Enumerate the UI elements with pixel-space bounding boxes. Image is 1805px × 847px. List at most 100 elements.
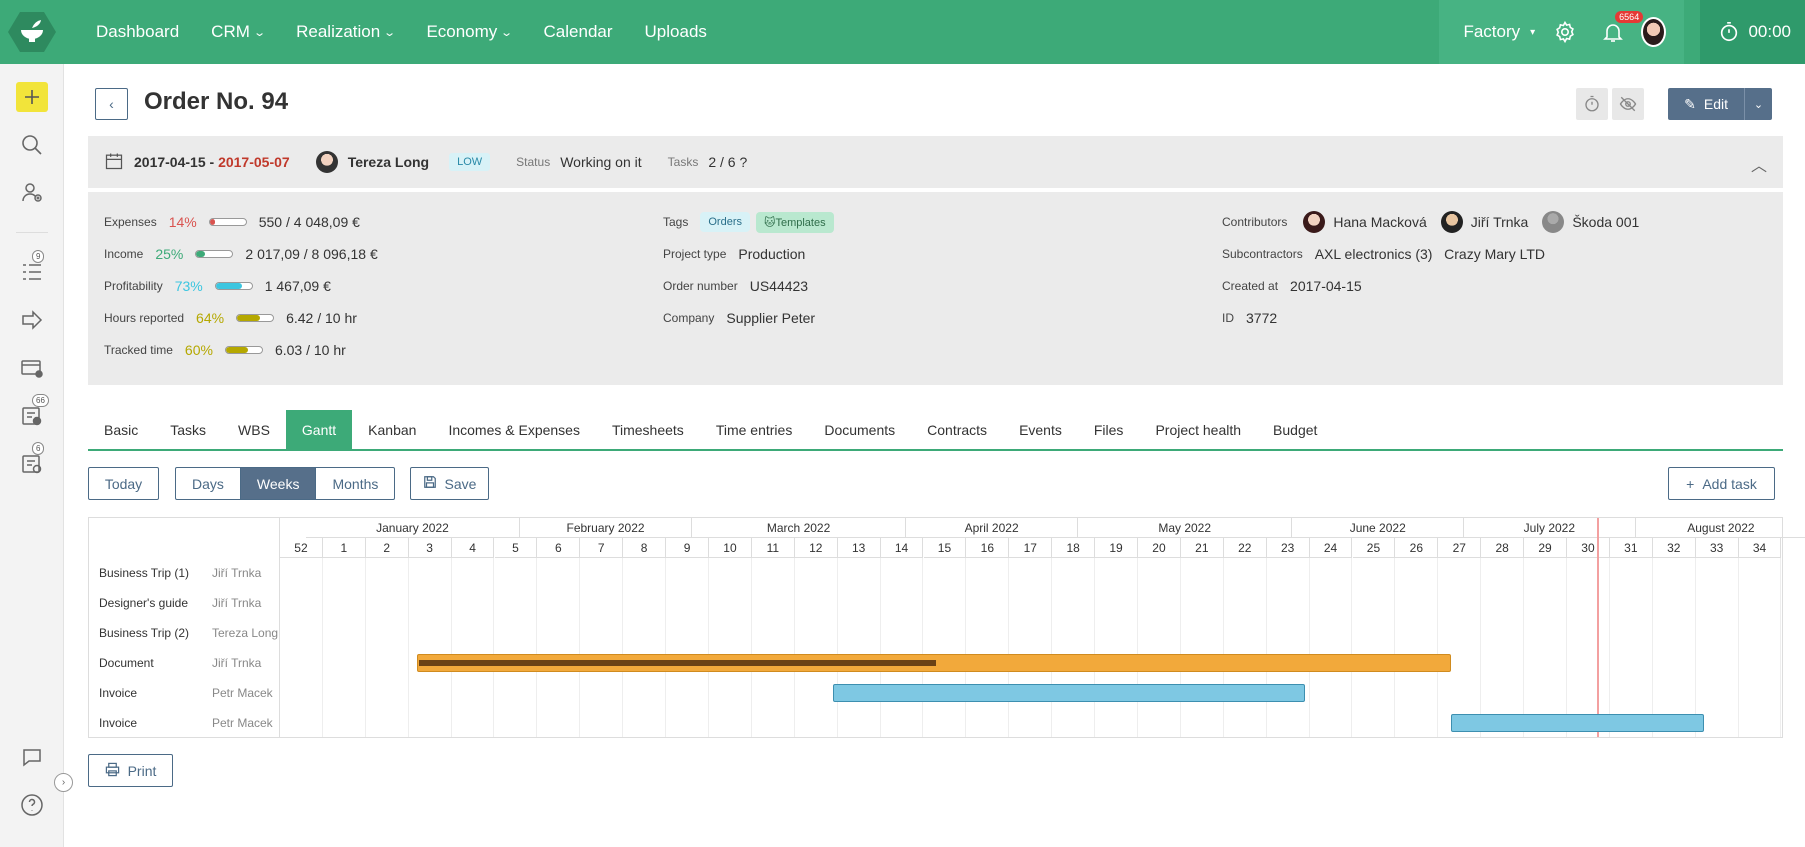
tab-project-health[interactable]: Project health — [1139, 410, 1257, 449]
tag-templates[interactable]: 🐱Templates — [755, 211, 834, 233]
tag-orders[interactable]: Orders — [700, 212, 750, 232]
print-button[interactable]: Print — [88, 754, 173, 787]
add-task-button[interactable]: + Add task — [1668, 467, 1775, 500]
time-tracker[interactable]: 00:00 — [1700, 0, 1805, 64]
subcontractors-row: Subcontractors AXL electronics (3) Crazy … — [1222, 238, 1639, 270]
save-button[interactable]: Save — [410, 467, 489, 500]
gantt-task-bar[interactable] — [417, 654, 1452, 672]
nav-realization[interactable]: Realization ⌄ — [296, 22, 396, 42]
tab-basic[interactable]: Basic — [88, 410, 154, 449]
created-label: Created at — [1222, 279, 1279, 293]
tab-documents[interactable]: Documents — [808, 410, 911, 449]
gantt-week-column — [1481, 558, 1525, 737]
nav-dashboard[interactable]: Dashboard — [96, 22, 179, 42]
card-icon[interactable] — [16, 352, 48, 384]
edit-dropdown-button[interactable]: ⌄ — [1744, 88, 1772, 120]
scale-weeks[interactable]: Weeks — [240, 468, 317, 499]
gantt-week-label: 29 — [1524, 538, 1567, 558]
gantt-task-assignee: Petr Macek — [212, 716, 273, 730]
approvals-icon[interactable]: 66 — [16, 394, 49, 432]
created-value: 2017-04-15 — [1290, 278, 1362, 294]
company-value[interactable]: Supplier Peter — [726, 310, 815, 326]
gantt-week-column — [580, 558, 624, 737]
tab-incomes-expenses[interactable]: Incomes & Expenses — [432, 410, 596, 449]
search-icon[interactable] — [16, 129, 48, 161]
nav-crm[interactable]: CRM ⌄ — [211, 22, 266, 42]
user-avatar[interactable] — [1641, 17, 1667, 47]
forward-arrow-icon[interactable] — [16, 304, 48, 336]
metric-value: 6.03 / 10 hr — [274, 342, 346, 358]
tab-budget[interactable]: Budget — [1257, 410, 1333, 449]
add-new-button[interactable] — [16, 82, 48, 112]
contributor-name[interactable]: Hana Macková — [1333, 214, 1426, 230]
timer-value: 00:00 — [1748, 22, 1791, 41]
gantt-week-label: 8 — [623, 538, 667, 558]
contributor-name[interactable]: Jiří Trnka — [1471, 214, 1529, 230]
nav-calendar[interactable]: Calendar — [544, 22, 613, 42]
sidebar-expand-icon[interactable]: › — [54, 773, 73, 792]
collapse-chevron-up-icon[interactable]: ︿ — [1751, 152, 1767, 176]
calendar-icon — [104, 151, 124, 174]
tab-kanban[interactable]: Kanban — [352, 410, 432, 449]
gantt-task-bar[interactable] — [833, 684, 1306, 702]
gantt-month-label: January 2022 — [305, 518, 521, 538]
metric-label: Tracked time — [104, 343, 173, 357]
created-row: Created at 2017-04-15 — [1222, 270, 1639, 302]
gantt-week-column — [1739, 558, 1782, 737]
status-label: Status — [516, 155, 551, 169]
gantt-week-label: 1 — [322, 538, 366, 558]
gantt-week-label: 19 — [1095, 538, 1138, 558]
tab-contracts[interactable]: Contracts — [911, 410, 1003, 449]
status-value[interactable]: Working on it — [560, 154, 641, 170]
sidebar-divider — [16, 232, 48, 233]
order-number-label: Order number — [663, 279, 738, 293]
tab-wbs[interactable]: WBS — [222, 410, 286, 449]
gantt-task-assignee: Jiří Trnka — [212, 566, 262, 580]
add-user-icon[interactable] — [16, 176, 48, 208]
gantt-task-row[interactable]: Document Jiří Trnka — [99, 648, 279, 678]
nav-economy[interactable]: Economy ⌄ — [426, 22, 513, 42]
subcontractors-value[interactable]: AXL electronics (3) Crazy Mary LTD — [1315, 246, 1545, 262]
gantt-timeline: 52 1 2 3 4 5 6 7 8 9 10 11 12 13 14 15 16 17 18 19 20 21 22 23 2… — [280, 518, 1805, 737]
chat-bubble-icon[interactable] — [16, 741, 48, 773]
gantt-task-bar[interactable] — [1451, 714, 1705, 732]
back-button[interactable]: ‹ — [95, 88, 128, 120]
edit-button[interactable]: ✎ Edit — [1668, 88, 1744, 120]
gantt-task-row[interactable]: Business Trip (2) Tereza Long — [99, 618, 279, 648]
workspace-selector[interactable]: Factory ▾ 6564 — [1439, 0, 1685, 64]
tab-time-entries[interactable]: Time entries — [700, 410, 809, 449]
tab-tasks[interactable]: Tasks — [154, 410, 222, 449]
gantt-week-label: 18 — [1052, 538, 1096, 558]
nav-uploads[interactable]: Uploads — [645, 22, 707, 42]
gantt-week-label: 9 — [666, 538, 709, 558]
metric-progress-bar — [224, 346, 263, 354]
gantt-task-row[interactable]: Invoice Petr Macek — [99, 708, 279, 738]
tab-gantt[interactable]: Gantt — [285, 410, 353, 449]
tab-events[interactable]: Events — [1003, 410, 1078, 449]
subcontractors-label: Subcontractors — [1222, 247, 1303, 261]
gantt-task-row[interactable]: Designer's guide Jiří Trnka — [99, 588, 279, 618]
tasks-list-icon[interactable]: 9 — [16, 250, 48, 288]
metric-row: Profitability 73% 1 467,09 € — [104, 270, 378, 302]
scale-months[interactable]: Months — [316, 468, 394, 499]
gantt-month-label: February 2022 — [520, 518, 692, 538]
settings-gear-icon[interactable] — [1553, 20, 1577, 44]
notifications-bell-icon[interactable]: 6564 — [1601, 11, 1644, 47]
gantt-task-row[interactable]: Invoice Petr Macek — [99, 678, 279, 708]
scale-days[interactable]: Days — [176, 468, 241, 499]
app-logo-icon[interactable] — [8, 11, 56, 53]
contributor-name[interactable]: Škoda 001 — [1572, 214, 1639, 230]
gantt-week-label: 31 — [1609, 538, 1653, 558]
today-button[interactable]: Today — [88, 467, 159, 500]
tab-files[interactable]: Files — [1078, 410, 1140, 449]
gantt-week-column — [280, 558, 323, 737]
documents-icon[interactable]: 6 — [16, 442, 48, 480]
gantt-task-row[interactable]: Business Trip (1) Jiří Trnka — [99, 558, 279, 588]
hide-eye-icon[interactable] — [1612, 88, 1645, 120]
owner-name[interactable]: Tereza Long — [348, 154, 429, 170]
help-icon[interactable] — [16, 789, 48, 821]
timer-icon[interactable] — [1576, 88, 1609, 120]
gantt-week-column — [409, 558, 452, 737]
tab-timesheets[interactable]: Timesheets — [596, 410, 700, 449]
date-end: 2017-05-07 — [218, 154, 290, 170]
